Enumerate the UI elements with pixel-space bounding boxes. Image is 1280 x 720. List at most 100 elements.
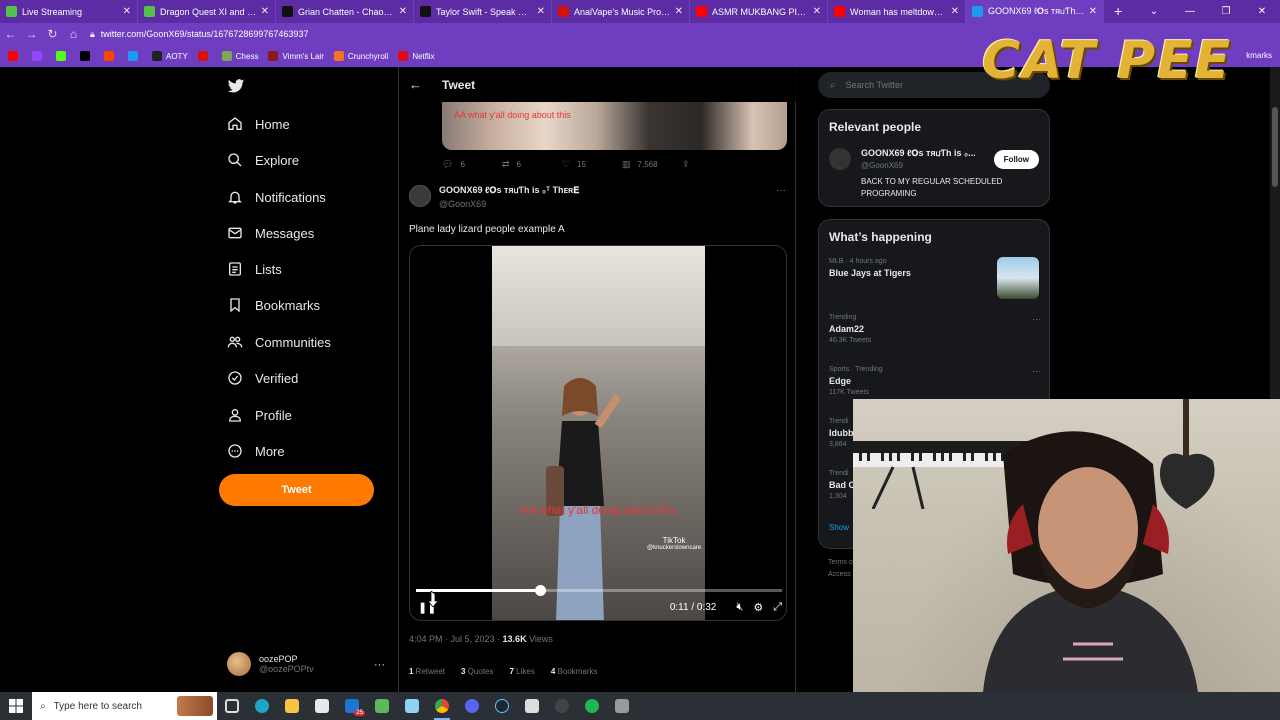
bookmark-item[interactable]: Netflix (398, 51, 435, 61)
home-button[interactable]: ⌂ (63, 27, 84, 41)
retweets-link[interactable]: 1 Retweet (409, 667, 453, 676)
nav-bookmarks[interactable]: Bookmarks (227, 297, 320, 313)
browser-tab[interactable]: Woman has meltdown ove ✕ (828, 0, 966, 23)
reload-button[interactable]: ↻ (42, 27, 63, 41)
tweet-author[interactable]: GOONX69 ℓ𝐎ѕ тяᥙƬh is ₀ᵀ Thᴇʀ𝐄 @GoonX69 (409, 185, 579, 209)
edge-icon[interactable] (247, 692, 277, 720)
maximize-button[interactable]: ❐ (1208, 6, 1244, 17)
bookmark-item[interactable] (56, 51, 70, 61)
back-arrow-icon[interactable]: ← (409, 77, 422, 92)
discord-icon[interactable] (457, 692, 487, 720)
app-icon[interactable] (607, 692, 637, 720)
bookmarks-link[interactable]: 4 Bookmarks (551, 667, 606, 676)
xbox-icon[interactable] (367, 692, 397, 720)
chevron-down-icon[interactable]: ⌄ (1136, 6, 1172, 17)
close-icon[interactable]: ✕ (813, 6, 821, 17)
bookmark-item[interactable]: Crunchyroll (333, 51, 388, 61)
follow-button[interactable]: Follow (993, 150, 1039, 169)
terms-link[interactable]: Terms o (828, 557, 853, 569)
tweet-more-icon[interactable]: ··· (776, 185, 786, 196)
browser-tab[interactable]: Taylor Swift - Speak Now (✕ (414, 0, 552, 23)
forward-button[interactable]: → (21, 27, 42, 41)
bookmark-item[interactable]: Chess (221, 51, 258, 61)
windows-start-button[interactable] (0, 692, 32, 720)
nav-communities[interactable]: Communities (227, 334, 331, 350)
nav-explore[interactable]: Explore (227, 152, 299, 168)
show-more-link[interactable]: Show (829, 523, 849, 532)
streamer-figure (983, 431, 1198, 692)
nav-profile[interactable]: Profile (227, 407, 292, 423)
close-icon[interactable]: ✕ (123, 6, 131, 17)
more-icon[interactable]: ··· (1032, 314, 1041, 324)
bookmark-item[interactable] (104, 51, 118, 61)
nav-more[interactable]: More (227, 443, 285, 459)
footer-links: Terms o Access (828, 557, 853, 581)
new-tab-button[interactable]: + (1114, 0, 1122, 23)
trend-item[interactable]: Sports · Trending Edge 117K Tweets ··· (829, 366, 1041, 396)
account-switcher[interactable]: oozePOP @oozePOPtv (227, 652, 314, 676)
bookmark-item[interactable]: Vimm's Lair (268, 51, 324, 61)
accessibility-link[interactable]: Access (828, 569, 853, 581)
back-button[interactable]: ← (0, 27, 21, 41)
chrome-icon[interactable] (427, 692, 457, 720)
reply-button[interactable]: 💬︎ 6 (442, 159, 502, 170)
browser-tab[interactable]: Grian Chatten - Chaos for ✕ (276, 0, 414, 23)
retweet-button[interactable]: ⇄ 6 (502, 159, 562, 170)
quotes-link[interactable]: 3 Quotes (461, 667, 501, 676)
scrollbar-thumb[interactable] (1272, 107, 1278, 187)
spotify-icon[interactable] (577, 692, 607, 720)
close-icon[interactable]: ✕ (399, 6, 407, 17)
tweet-button[interactable]: Tweet (219, 474, 374, 506)
bookmark-item[interactable] (197, 51, 212, 61)
browser-tab[interactable]: Live Streaming ✕ (0, 0, 138, 23)
close-icon[interactable]: ✕ (261, 6, 269, 17)
left-sidebar: Home Explore Notifications Messages List… (219, 67, 389, 692)
nav-notifications[interactable]: Notifications (227, 189, 326, 205)
more-icon[interactable]: ··· (1032, 366, 1041, 376)
browser-tab[interactable]: Dragon Quest XI and rand ✕ (138, 0, 276, 23)
share-button[interactable]: ⇪ (682, 159, 742, 170)
url-field[interactable]: 🔒︎ twitter.com/GoonX69/status/1676728699… (90, 29, 308, 40)
fullscreen-icon[interactable]: ⤢ (773, 601, 782, 614)
browser-tab[interactable]: AnalVape's Music Profile | ✕ (552, 0, 690, 23)
mute-icon[interactable]: 🔇︎ (736, 601, 743, 614)
nav-lists[interactable]: Lists (227, 261, 282, 277)
like-button[interactable]: ♡ 15 (562, 159, 622, 170)
minimize-button[interactable]: — (1172, 6, 1208, 17)
mail-icon[interactable]: 25 (337, 692, 367, 720)
trend-item[interactable]: Trending Adam22 46.3K Tweets ··· (829, 314, 1041, 344)
bookmark-item[interactable] (8, 51, 22, 61)
video-player[interactable]: AA what y'all doing about this TikTok @k… (409, 245, 787, 621)
steam-icon[interactable] (487, 692, 517, 720)
nav-verified[interactable]: Verified (227, 370, 298, 386)
bookmark-item[interactable] (80, 51, 94, 61)
video-progress-bar[interactable] (416, 585, 782, 596)
bookmark-item[interactable] (32, 51, 46, 61)
close-icon[interactable]: ✕ (951, 6, 959, 17)
close-window-button[interactable]: ✕ (1244, 6, 1280, 17)
epic-games-icon[interactable] (517, 692, 547, 720)
browser-tab[interactable]: ASMR MUKBANG PITBULL✕ (690, 0, 828, 23)
relevant-person[interactable]: GOONX69 ℓ𝐎ѕ тяᥙƬh is ₀... @GoonX69 BACK … (829, 148, 1021, 200)
task-view-icon[interactable] (217, 692, 247, 720)
close-icon[interactable]: ✕ (1089, 6, 1097, 17)
file-explorer-icon[interactable] (277, 692, 307, 720)
obs-icon[interactable] (547, 692, 577, 720)
browser-tab-strip: Live Streaming ✕ Dragon Quest XI and rand… (0, 0, 1280, 23)
close-icon[interactable]: ✕ (537, 6, 545, 17)
twitter-logo-icon[interactable] (227, 77, 245, 95)
views-button[interactable]: ▥ 7,568 (622, 159, 682, 170)
notes-icon[interactable] (397, 692, 427, 720)
bookmark-item[interactable]: AOTY (152, 51, 188, 61)
settings-gear-icon[interactable]: ⚙ (753, 601, 763, 614)
nav-home[interactable]: Home (227, 116, 290, 132)
likes-link[interactable]: 7 Likes (510, 667, 543, 676)
parent-tweet-media[interactable]: AA what y'all doing about this (442, 102, 787, 150)
store-icon[interactable] (307, 692, 337, 720)
taskbar-search-input[interactable]: ⌕ Type here to search (32, 692, 217, 720)
browser-tab-active[interactable]: GOONX69 ℓ𝐎ѕ тяᥙƬh is ₀ ✕ (966, 0, 1104, 23)
nav-messages[interactable]: Messages (227, 225, 314, 241)
account-more-icon[interactable]: ··· (374, 659, 385, 671)
close-icon[interactable]: ✕ (675, 6, 683, 17)
bookmark-item[interactable] (128, 51, 142, 61)
